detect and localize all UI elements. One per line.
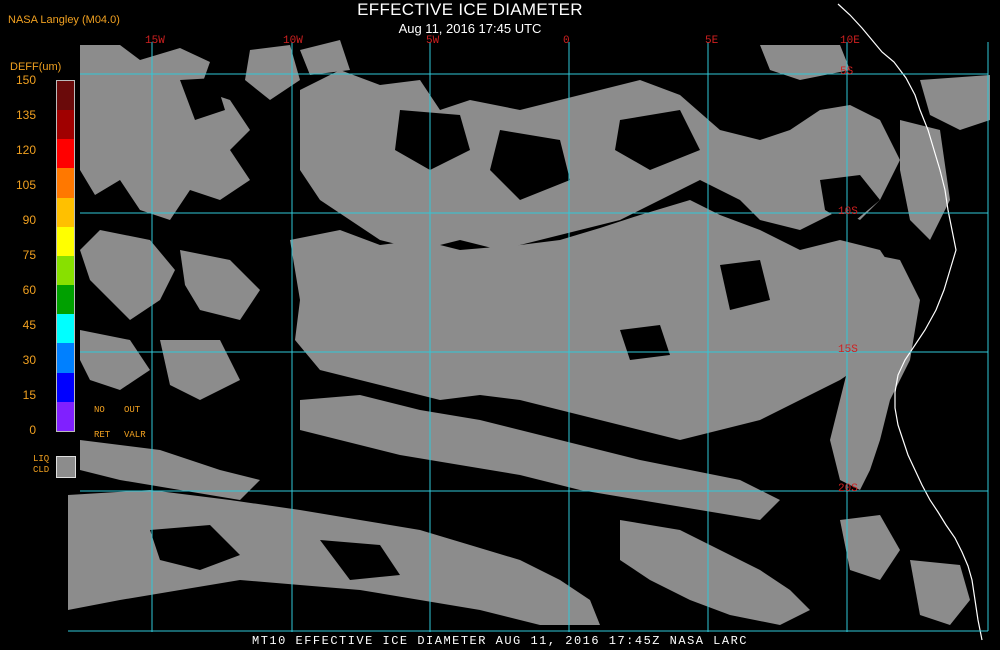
lat-label-15s: 15S xyxy=(838,344,858,356)
scale-tick: 90 xyxy=(22,213,36,227)
scale-tick: 105 xyxy=(15,178,36,192)
scale-tick: 30 xyxy=(22,353,36,367)
lat-label-20s: 20S xyxy=(838,483,858,495)
color-segment xyxy=(57,372,74,402)
color-segment xyxy=(57,314,74,344)
scale-tick: 15 xyxy=(22,388,36,402)
color-segment xyxy=(57,139,74,169)
footer-caption: MT10 EFFECTIVE ICE DIAMETER AUG 11, 2016… xyxy=(252,634,748,648)
scale-tick: 45 xyxy=(22,318,36,332)
color-segment xyxy=(57,226,74,256)
map-title: EFFECTIVE ICE DIAMETER xyxy=(357,0,583,19)
color-scale-bar xyxy=(56,80,75,432)
scale-tick: 60 xyxy=(22,283,36,297)
lat-label-10s: 10S xyxy=(838,206,858,218)
liq-label-1: LIQ xyxy=(33,454,50,464)
cloud-field xyxy=(68,40,990,625)
color-segment xyxy=(57,110,74,140)
scale-title: DEFF(um) xyxy=(10,61,62,73)
liq-label-2: CLD xyxy=(33,465,50,475)
color-segment xyxy=(57,401,74,431)
color-segment xyxy=(57,285,74,315)
scale-tick: 0 xyxy=(29,423,36,437)
satellite-image xyxy=(68,3,990,641)
lon-label-5w: 5W xyxy=(426,35,440,47)
liquid-cloud-swatch xyxy=(56,456,76,478)
lon-label-15w: 15W xyxy=(145,35,165,47)
scale-tick: 120 xyxy=(15,143,36,157)
scale-tick: 75 xyxy=(22,248,36,262)
color-segment xyxy=(57,168,74,198)
out-valr-label-1: OUT xyxy=(124,405,141,415)
color-segment xyxy=(57,81,74,111)
satellite-map-page: NASA Langley (M04.0) EFFECTIVE ICE DIAME… xyxy=(0,0,1000,650)
lon-label-5e: 5E xyxy=(705,35,719,47)
out-valr-label-2: VALR xyxy=(124,430,146,440)
scale-tick: 150 xyxy=(15,73,36,87)
lon-label-10e: 10E xyxy=(840,35,860,47)
color-segment xyxy=(57,343,74,373)
color-segment xyxy=(57,255,74,286)
lon-label-0: 0 xyxy=(563,35,570,47)
color-segment xyxy=(57,197,74,227)
no-ret-label-2: RET xyxy=(94,430,111,440)
lat-label-5s: 5S xyxy=(840,66,854,78)
scale-tick: 135 xyxy=(15,108,36,122)
lon-label-10w: 10W xyxy=(283,35,303,47)
no-ret-label-1: NO xyxy=(94,405,105,415)
map-subtitle: Aug 11, 2016 17:45 UTC xyxy=(398,21,542,36)
